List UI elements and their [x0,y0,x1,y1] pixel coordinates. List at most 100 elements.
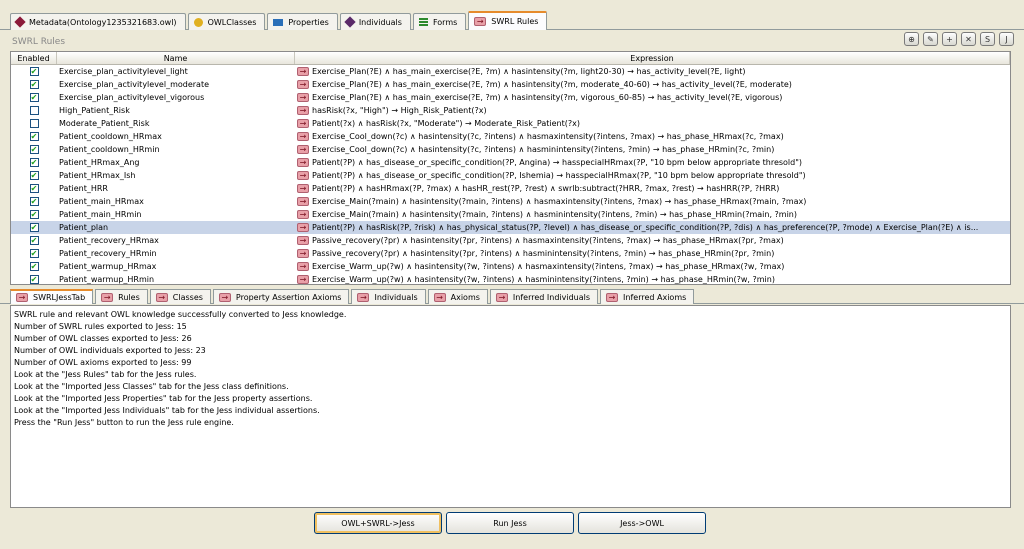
create-rule-icon[interactable]: ⊕ [904,32,919,46]
enabled-checkbox[interactable] [29,106,39,115]
run-jess-button[interactable]: Run Jess [446,512,574,534]
table-row[interactable]: ✔ Exercise_plan_activitylevel_moderate → Ex… [11,78,1010,91]
enabled-checkbox[interactable]: ✔ [29,158,39,167]
header-enabled[interactable]: Enabled [11,52,57,64]
console-line: Number of OWL axioms exported to Jess: 9… [14,358,192,367]
delete-rule-icon[interactable]: ✕ [961,32,976,46]
table-row[interactable]: ✔ Patient_main_HRmax → Exercise_Main(?main)… [11,195,1010,208]
owl-swrl-to-jess-button[interactable]: OWL+SWRL->Jess [314,512,442,534]
enabled-checkbox[interactable]: ✔ [29,67,39,76]
swrl-tab-icon[interactable]: S [980,32,995,46]
bottom-tab-swrljesstab[interactable]: → SWRLJessTab [10,289,94,304]
top-tab-owlclasses[interactable]: OWLClasses [187,13,266,30]
top-tab-forms[interactable]: Forms [412,13,467,30]
bottom-tab-rules[interactable]: → Rules [95,289,148,304]
bottom-tab-inferred-individuals[interactable]: → Inferred Individuals [489,289,599,304]
table-row[interactable]: ✔ Exercise_plan_activitylevel_vigorous → Ex… [11,91,1010,104]
checkmark-icon: ✔ [30,223,38,232]
rule-expression: hasRisk(?x, "High") → High_Risk_Patient(… [312,106,487,115]
enabled-checkbox[interactable]: ✔ [29,223,39,232]
swrl-arrow-icon: → [218,292,231,302]
enabled-checkbox[interactable]: ✔ [29,210,39,219]
table-row[interactable]: ✔ Patient_HRmax_Ang → Patient(?P) ∧ has_dis… [11,156,1010,169]
enabled-checkbox[interactable]: ✔ [29,93,39,102]
bottom-tab-label: SWRLJessTab [33,293,86,302]
enabled-checkbox[interactable]: ✔ [29,197,39,206]
enabled-cell: ✔ [11,247,57,260]
enabled-checkbox[interactable]: ✔ [29,275,39,284]
bottom-tab-inferred-axioms[interactable]: → Inferred Axioms [600,289,695,304]
enabled-checkbox[interactable] [29,119,39,128]
swrl-rule-icon: → [297,106,309,115]
rule-expression: Exercise_Plan(?E) ∧ has_main_exercise(?E… [312,80,792,89]
console-line: Number of OWL classes exported to Jess: … [14,334,192,343]
console-line: Number of OWL individuals exported to Je… [14,346,206,355]
table-row[interactable]: ✔ Patient_main_HRmin → Exercise_Main(?main)… [11,208,1010,221]
checkmark-icon: ✔ [30,171,38,180]
rule-expression-cell: → Exercise_Cool_down(?c) ∧ hasintensity(?… [295,143,1010,156]
table-row[interactable]: ✔ Patient_cooldown_HRmax → Exercise_Cool_do… [11,130,1010,143]
enabled-cell [11,104,57,117]
bottom-tab-label: Rules [118,292,140,302]
enabled-checkbox[interactable]: ✔ [29,262,39,271]
console-line: Look at the "Imported Jess Classes" tab … [14,382,289,391]
jess-icon[interactable]: J [999,32,1014,46]
enabled-checkbox[interactable]: ✔ [29,80,39,89]
table-row[interactable]: ✔ Patient_warmup_HRmax → Exercise_Warm_up(?… [11,260,1010,273]
table-row[interactable]: Moderate_Patient_Risk → Patient(?x) ∧ hasR… [11,117,1010,130]
bottom-tab-label: Axioms [450,292,480,302]
enabled-checkbox[interactable]: ✔ [29,249,39,258]
enabled-checkbox[interactable]: ✔ [29,236,39,245]
rule-name: Patient_plan [59,223,109,232]
swrl-arrow-icon: → [155,292,168,302]
table-row[interactable]: ✔ Patient_HRR → Patient(?P) ∧ hasHRmax(?P, … [11,182,1010,195]
bottom-tab-classes[interactable]: → Classes [149,289,211,304]
add-rule-icon[interactable]: + [942,32,957,46]
swrl-rule-icon: → [297,223,309,232]
table-row[interactable]: ✔ Patient_warmup_HRmin → Exercise_Warm_up(?… [11,273,1010,284]
jess-console-output[interactable]: SWRL rule and relevant OWL knowledge suc… [10,305,1011,508]
rule-expression-cell: → Patient(?x) ∧ hasRisk(?x, "Moderate") →… [295,117,1010,130]
bottom-tab-individuals[interactable]: → Individuals [351,289,426,304]
table-row[interactable]: ✔ Patient_recovery_HRmin → Passive_recovery… [11,247,1010,260]
enabled-checkbox[interactable]: ✔ [29,145,39,154]
checkmark-icon: ✔ [30,184,38,193]
edit-rule-icon[interactable]: ✎ [923,32,938,46]
top-tab-bar: Metadata(Ontology1235321683.owl) OWLClass… [0,11,1024,30]
table-row[interactable]: ✔ Exercise_plan_activitylevel_light → Exerc… [11,65,1010,78]
table-row[interactable]: ✔ Patient_plan → Patient(?P) ∧ hasRisk(?P, … [11,221,1010,234]
rule-expression-cell: → Exercise_Cool_down(?c) ∧ hasintensity(?… [295,130,1010,143]
rule-expression: Patient(?P) ∧ hasRisk(?P, ?risk) ∧ has_p… [312,223,979,232]
enabled-checkbox[interactable]: ✔ [29,171,39,180]
bottom-tab-label: Property Assertion Axioms [235,292,342,302]
jess-to-owl-button[interactable]: Jess->OWL [578,512,706,534]
header-name[interactable]: Name [57,52,295,64]
bottom-tab-axioms[interactable]: → Axioms [427,289,488,304]
rule-expression: Exercise_Main(?main) ∧ hasintensity(?mai… [312,197,807,206]
table-row[interactable]: ✔ Patient_cooldown_HRmin → Exercise_Cool_do… [11,143,1010,156]
bottom-tab-property-assertion-axioms[interactable]: → Property Assertion Axioms [212,289,350,304]
swrl-arrow-icon: → [495,292,508,302]
table-row[interactable]: High_Patient_Risk → hasRisk(?x, "High") → … [11,104,1010,117]
header-expression[interactable]: Expression [295,52,1010,64]
top-tab-individuals[interactable]: Individuals [339,13,411,30]
checkmark-icon: ✔ [30,132,38,141]
console-line: Press the "Run Jess" button to run the J… [14,418,234,427]
bottom-tab-label: Individuals [374,292,418,302]
swrl-rule-icon: → [297,132,309,141]
swrl-rule-icon: → [297,184,309,193]
properties-rect-icon [273,18,284,26]
table-row[interactable]: ✔ Patient_HRmax_Ish → Patient(?P) ∧ has_dis… [11,169,1010,182]
top-tab-properties[interactable]: Properties [267,13,338,30]
top-tab-label: Forms [432,17,458,27]
top-tab-swrl-rules[interactable]: → SWRL Rules [468,11,548,30]
top-tab-metadata-ontology1235321683-owl[interactable]: Metadata(Ontology1235321683.owl) [10,13,186,30]
table-row[interactable]: ✔ Patient_recovery_HRmax → Passive_recovery… [11,234,1010,247]
checkmark-icon: ✔ [30,249,38,258]
enabled-checkbox[interactable]: ✔ [29,132,39,141]
enabled-checkbox[interactable]: ✔ [29,184,39,193]
swrl-rule-icon: → [297,93,309,102]
enabled-cell: ✔ [11,78,57,91]
enabled-cell: ✔ [11,221,57,234]
swrl-rules-table[interactable]: Enabled Name Expression ✔ Exercise_plan_a… [10,51,1011,285]
